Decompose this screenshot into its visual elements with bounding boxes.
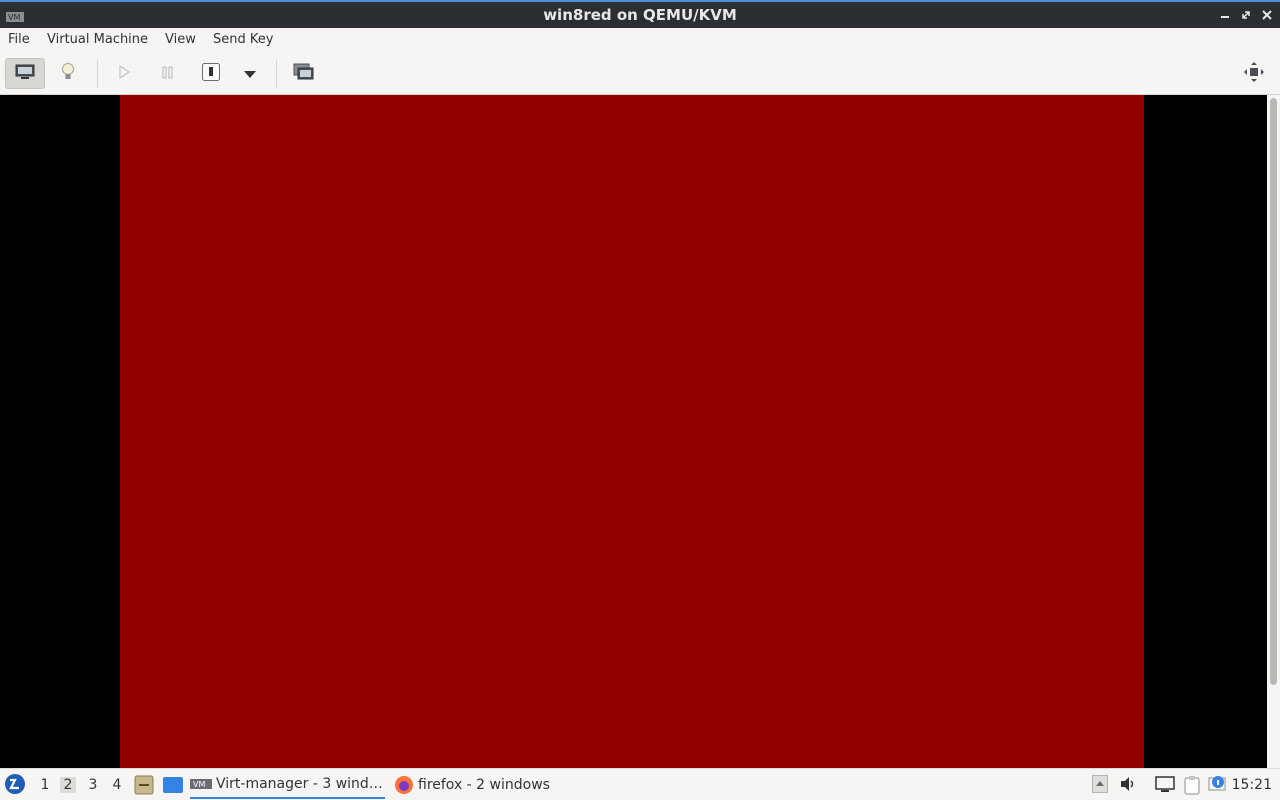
virt-manager-icon: VM [190,778,212,790]
chevron-up-icon [1092,775,1108,797]
updates-button[interactable] [1208,775,1228,799]
workspace-3[interactable]: 3 [85,777,101,793]
distro-logo-icon [4,774,26,799]
svg-text:VM: VM [193,780,205,789]
toolbar [0,52,1280,95]
firefox-icon [394,775,414,795]
maximize-button[interactable] [1238,6,1253,23]
task-virt-manager[interactable]: VM Virt-manager - 3 wind… [190,771,385,799]
snapshot-icon [293,63,315,85]
scrollbar-thumb[interactable] [1270,98,1277,685]
network-button[interactable] [1155,775,1175,797]
guest-display[interactable] [120,95,1144,768]
power-icon [201,62,221,86]
clipboard-button[interactable] [1182,775,1202,799]
clock[interactable]: 15:21 [1232,777,1272,793]
desktop-launcher[interactable] [162,775,184,799]
speaker-icon [1119,775,1137,797]
menubar: File Virtual Machine View Send Key [0,28,1280,52]
minimize-button[interactable] [1217,6,1232,23]
snapshots-button[interactable] [292,58,316,89]
viewer-scrollbar[interactable] [1267,95,1280,768]
menu-file[interactable]: File [8,32,30,47]
menu-virtual-machine[interactable]: Virtual Machine [47,32,148,47]
window-title: win8red on QEMU/KVM [543,6,737,24]
close-button[interactable] [1259,6,1274,23]
play-icon [118,64,131,84]
window-titlebar: VM win8red on QEMU/KVM [0,0,1280,28]
file-cabinet-icon [134,775,154,799]
lightbulb-icon [61,62,75,86]
menu-send-key[interactable]: Send Key [213,32,273,47]
run-button[interactable] [114,58,134,89]
start-menu-button[interactable] [4,773,26,799]
chevron-down-icon [244,64,256,83]
network-icon [1155,775,1175,797]
clipboard-icon [1182,775,1202,799]
pause-icon [161,64,175,83]
fullscreen-button[interactable] [1242,58,1266,89]
task-label: Virt-manager - 3 wind… [216,776,383,792]
tray-arrow[interactable] [1092,775,1108,797]
desktop-icon [162,777,184,799]
task-label: firefox - 2 windows [418,777,550,793]
workspace-2[interactable]: 2 [60,777,76,793]
pause-button[interactable] [158,58,178,89]
workspace-1[interactable]: 1 [37,777,53,793]
info-icon [1208,775,1228,799]
workspace-4[interactable]: 4 [109,777,125,793]
volume-button[interactable] [1119,775,1137,797]
console-view-button[interactable] [5,58,45,89]
monitor-icon [15,64,35,84]
taskbar: 1 2 3 4 VM Virt-manager - 3 wind… firefo… [0,768,1280,800]
menu-view[interactable]: View [165,32,196,47]
vm-console-viewer[interactable] [0,95,1267,768]
shutdown-button[interactable] [200,58,222,89]
fullscreen-icon [1243,61,1265,87]
task-firefox[interactable]: firefox - 2 windows [394,771,564,799]
shutdown-menu-button[interactable] [240,58,260,89]
file-manager-launcher[interactable] [134,775,154,799]
details-view-button[interactable] [56,58,80,89]
